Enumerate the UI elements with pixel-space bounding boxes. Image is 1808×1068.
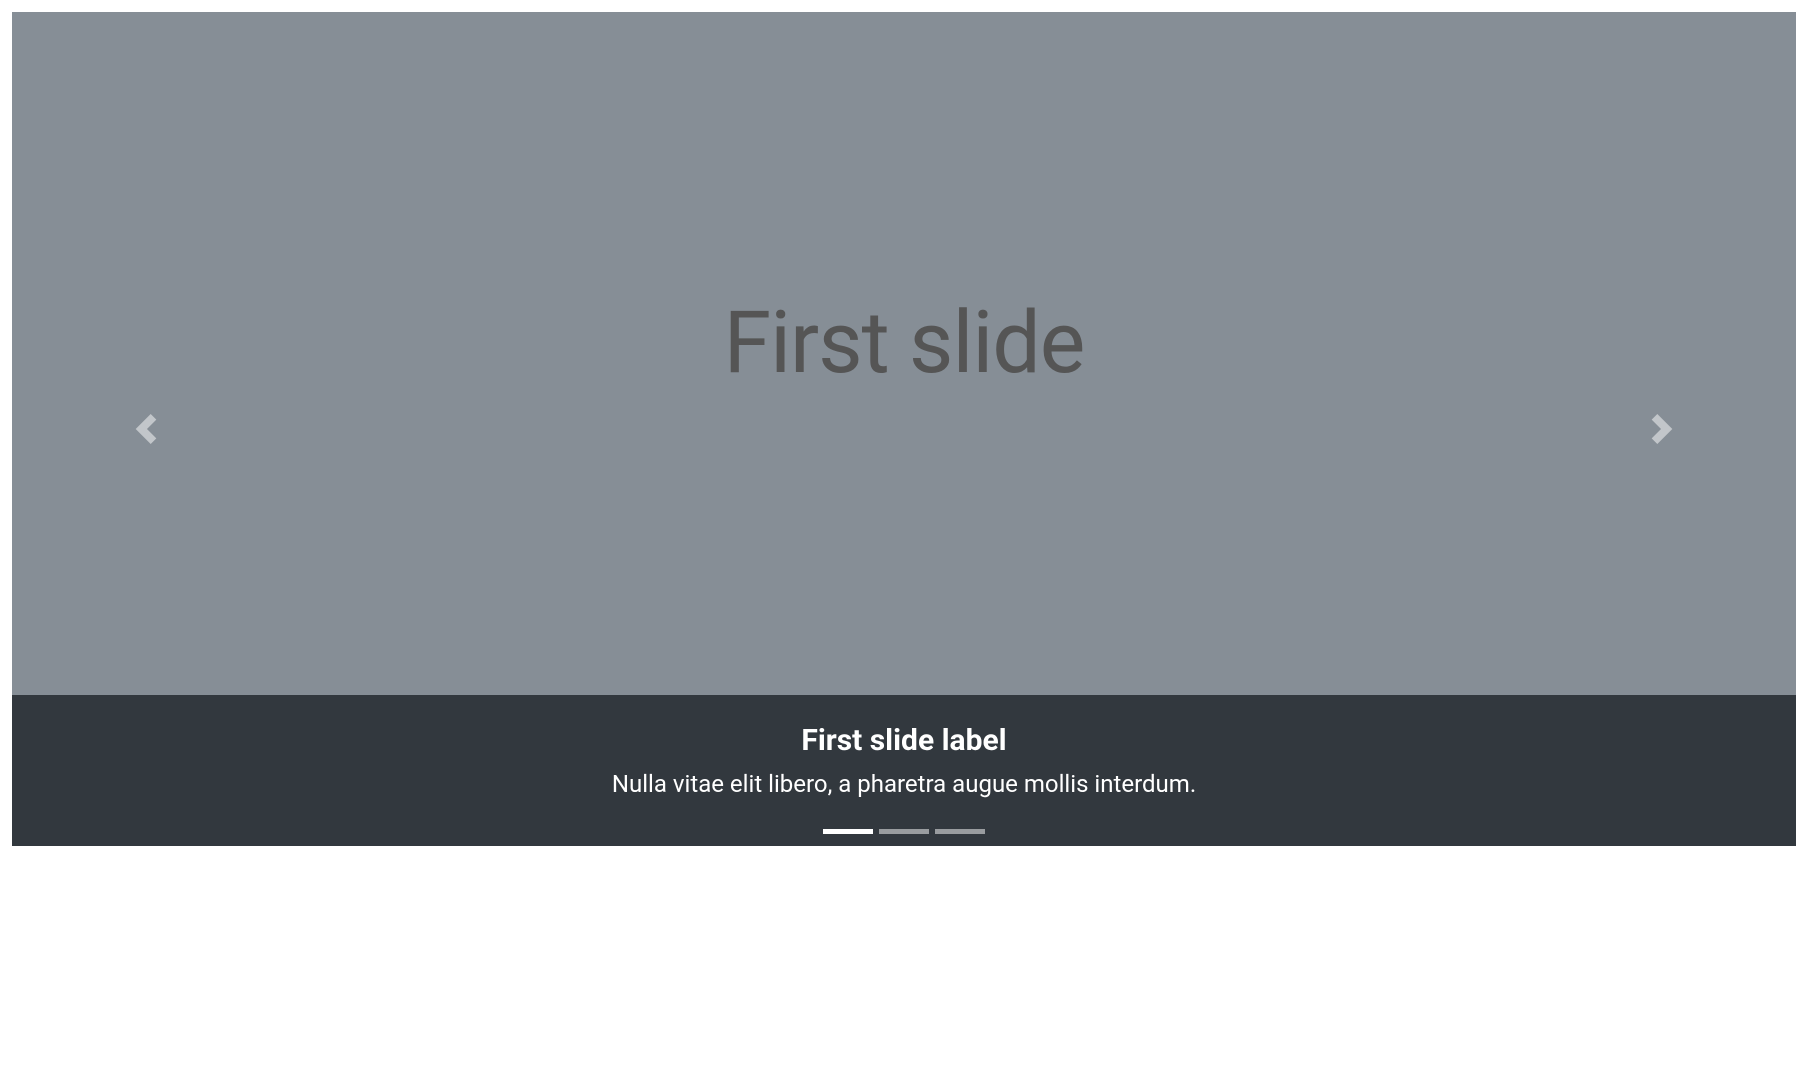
carousel-indicator-2[interactable] bbox=[935, 829, 985, 834]
carousel-indicator-1[interactable] bbox=[879, 829, 929, 834]
chevron-left-icon bbox=[131, 414, 161, 444]
carousel-indicator-0[interactable] bbox=[823, 829, 873, 834]
carousel: First slide First slide label Nulla vita… bbox=[12, 12, 1796, 846]
carousel-prev-button[interactable] bbox=[12, 12, 280, 846]
carousel-next-button[interactable] bbox=[1528, 12, 1796, 846]
caption-text: Nulla vitae elit libero, a pharetra augu… bbox=[32, 770, 1776, 798]
slide-image-text: First slide bbox=[724, 292, 1085, 393]
carousel-indicators bbox=[823, 829, 985, 834]
caption-title: First slide label bbox=[32, 723, 1776, 758]
chevron-right-icon bbox=[1647, 414, 1677, 444]
